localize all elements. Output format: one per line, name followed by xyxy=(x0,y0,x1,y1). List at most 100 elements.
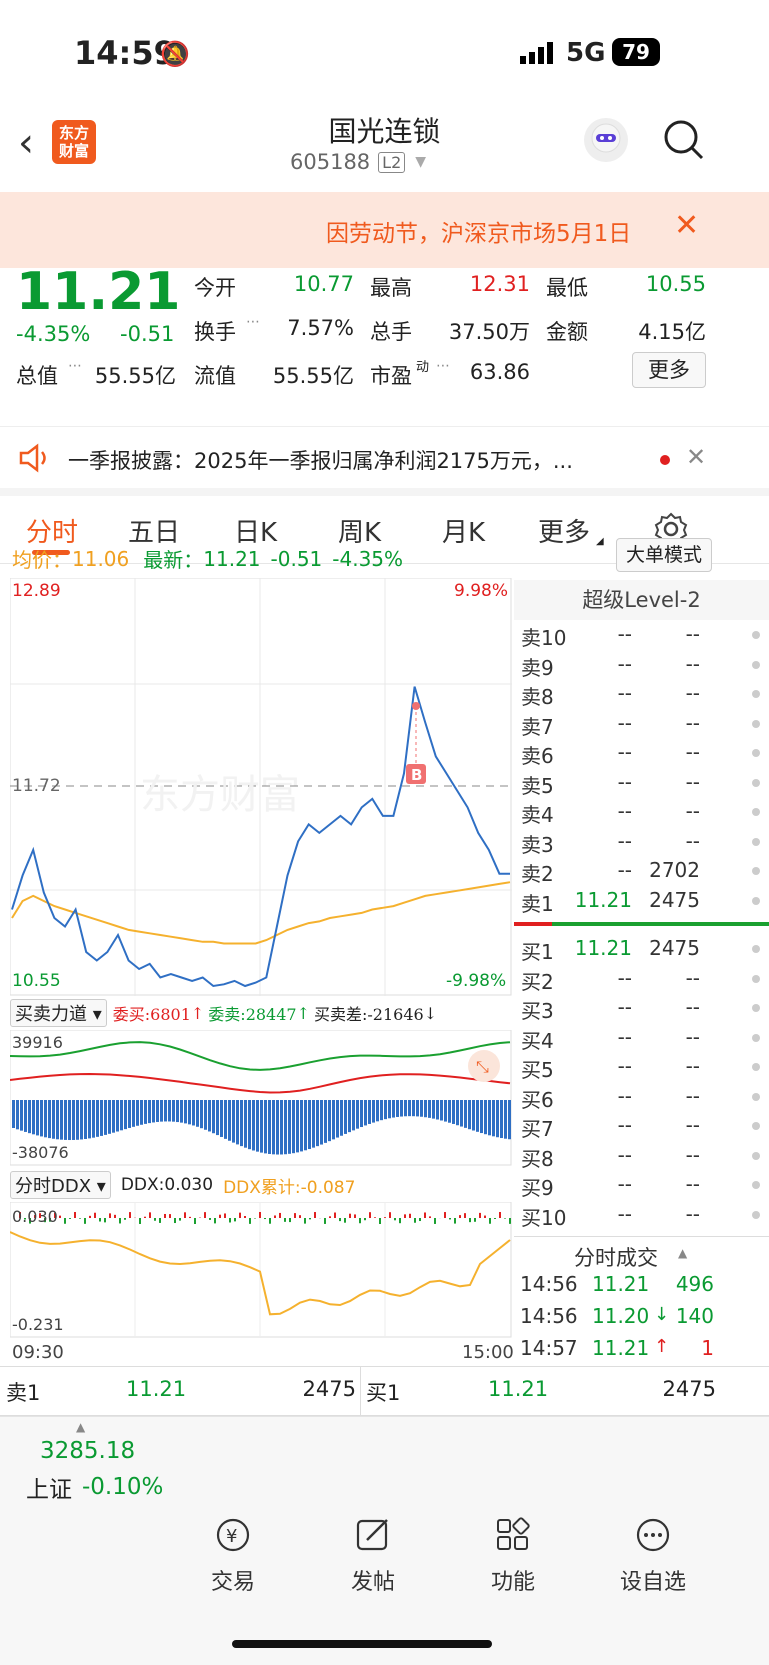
force-bar xyxy=(448,1100,451,1123)
force-bar xyxy=(480,1100,483,1134)
info-dots-icon[interactable]: ⋯ xyxy=(246,314,260,330)
force-bar xyxy=(28,1100,31,1134)
force-chart[interactable]: 39916 -38076 ⤡ xyxy=(10,1030,512,1166)
speaker-icon xyxy=(18,443,50,477)
sells-level-label: 卖1 xyxy=(521,891,554,916)
holiday-notice-banner[interactable]: 因劳动节，沪深京市场5月1日 ✕ xyxy=(0,192,769,268)
ddx-bar xyxy=(474,1218,476,1222)
force-bar xyxy=(428,1100,431,1118)
ddx-bottom-label: -0.231 xyxy=(12,1315,64,1334)
ddx-bar xyxy=(264,1218,266,1220)
sells-level-label: 卖5 xyxy=(521,773,554,798)
last-price: 11.21 xyxy=(16,262,181,322)
force-bar xyxy=(152,1100,155,1123)
buys-level-price: 11.21 xyxy=(574,936,632,960)
prev-close-label: 11.72 xyxy=(12,776,61,796)
nav-functions[interactable]: 功能 xyxy=(458,1516,568,1596)
force-bar xyxy=(80,1100,83,1140)
ddx-cumulative: DDX累计:-0.087 xyxy=(223,1177,356,1198)
buys-level-volume: -- xyxy=(685,1113,700,1137)
force-bar xyxy=(156,1100,159,1122)
force-bar xyxy=(356,1100,359,1129)
close-icon[interactable]: ✕ xyxy=(686,443,706,471)
trades-title[interactable]: 分时成交 xyxy=(574,1242,658,1272)
nav-trade[interactable]: ¥ 交易 xyxy=(178,1516,288,1596)
indicator-selector[interactable]: 买卖力道 ▾ xyxy=(10,999,107,1027)
index-percent: -0.10% xyxy=(82,1474,164,1500)
close-icon[interactable]: ✕ xyxy=(674,208,699,243)
volume-value: 37.50万 xyxy=(448,320,530,344)
ddx-bar xyxy=(364,1218,366,1221)
buys-level-label: 买10 xyxy=(521,1205,567,1230)
trade-volume: 496 xyxy=(675,1272,714,1296)
ddx-bar xyxy=(114,1214,116,1218)
force-bar xyxy=(456,1100,459,1126)
ddx-bar xyxy=(434,1218,436,1224)
level-dot xyxy=(752,660,760,669)
force-bar xyxy=(84,1100,87,1139)
level2-title[interactable]: 超级Level-2 xyxy=(514,580,769,620)
ddx-bar xyxy=(104,1218,106,1223)
level-dot xyxy=(752,808,760,816)
force-bar xyxy=(452,1100,455,1124)
force-bar xyxy=(304,1100,307,1151)
force-bar xyxy=(288,1100,291,1154)
tab-month-k[interactable]: 月K xyxy=(442,512,485,549)
ddx-bar xyxy=(269,1218,271,1224)
robot-assistant-icon[interactable] xyxy=(584,118,628,162)
info-dots-icon[interactable]: ⋯ xyxy=(68,358,82,374)
announcement-bar[interactable]: 一季报披露：2025年一季报归属净利润2175万元，... ✕ xyxy=(0,426,769,496)
ddx-bar xyxy=(424,1212,426,1218)
buys-level-price: -- xyxy=(617,965,632,990)
nav-post[interactable]: 发帖 xyxy=(318,1516,428,1596)
force-bar xyxy=(216,1100,219,1136)
ddx-bar xyxy=(74,1212,76,1218)
sells-level-price: -- xyxy=(617,828,632,853)
latest-value: 11.21 xyxy=(203,546,261,571)
ddx-bar xyxy=(494,1218,496,1219)
nav-watchlist-label: 设自选 xyxy=(619,1570,686,1595)
spread-bar-green xyxy=(552,922,769,926)
ddx-bar xyxy=(179,1218,181,1221)
force-bar xyxy=(204,1100,207,1130)
ddx-bar xyxy=(414,1218,416,1223)
bottom-sell-volume: 2475 xyxy=(302,1377,356,1401)
index-value[interactable]: 3285.18 xyxy=(40,1438,135,1464)
force-bar xyxy=(188,1100,191,1125)
ddx-bar xyxy=(84,1218,86,1224)
buys-level-price: -- xyxy=(617,1024,632,1049)
index-row[interactable]: 上证 -0.10% xyxy=(26,1470,163,1504)
ddx-bar xyxy=(344,1218,346,1223)
info-dots-icon[interactable]: ⋯ xyxy=(436,358,450,374)
level-dot xyxy=(752,631,760,639)
ddx-bar xyxy=(69,1218,71,1219)
nav-watchlist[interactable]: 设自选 xyxy=(598,1516,708,1596)
tab-more[interactable]: 更多 xyxy=(538,512,590,549)
force-bar xyxy=(420,1100,423,1117)
sells-level-price: -- xyxy=(617,681,632,705)
ddx-bar xyxy=(64,1218,66,1224)
latest-label: 最新： xyxy=(143,548,204,572)
buys-level-label: 买2 xyxy=(521,969,554,994)
search-icon[interactable] xyxy=(662,118,706,166)
level-dot xyxy=(752,837,760,846)
force-bar xyxy=(264,1100,267,1154)
high-value: 12.31 xyxy=(469,272,530,296)
ddx-chart[interactable]: 0.030 -0.231 xyxy=(10,1202,512,1338)
ddx-selector[interactable]: 分时DDX ▾ xyxy=(10,1171,111,1199)
big-order-mode-button[interactable]: 大单模式 xyxy=(616,538,712,572)
ddx-bar xyxy=(144,1216,146,1218)
intraday-chart[interactable]: 东方财富 B 12.89 9.98% 11.72 10.55 -9.98% xyxy=(10,578,512,996)
force-bar xyxy=(404,1100,407,1117)
mute-bell-icon: 🔕 xyxy=(160,40,190,68)
ddx-bar xyxy=(359,1218,361,1224)
ddx-bar xyxy=(339,1218,341,1222)
unread-dot xyxy=(660,455,670,465)
level-dot xyxy=(752,1122,760,1130)
stock-code-row[interactable]: 605188 L2 ▼ xyxy=(290,150,426,174)
ddx-bar xyxy=(239,1212,241,1218)
force-bar xyxy=(500,1100,503,1139)
nav-post-label: 发帖 xyxy=(350,1570,395,1595)
more-button[interactable]: 更多 xyxy=(632,352,706,388)
ddx-bar xyxy=(309,1218,311,1220)
